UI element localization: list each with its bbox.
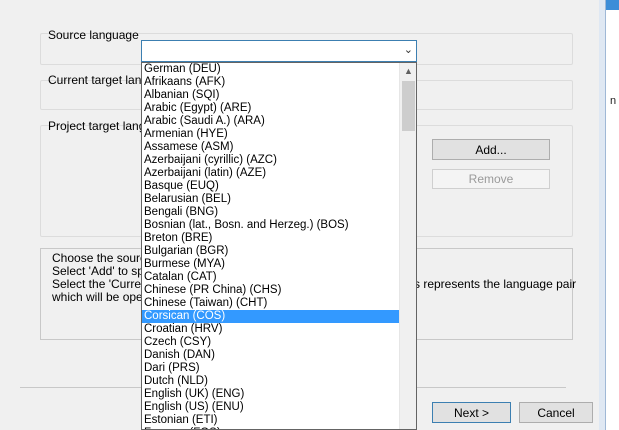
background-window-edge: n — [606, 0, 619, 430]
language-option[interactable]: Dari (PRS) — [142, 362, 400, 375]
project-target-languages-label: Project target langu — [48, 119, 153, 133]
source-language-combobox[interactable]: ⌄ — [141, 40, 417, 62]
language-option[interactable]: Arabic (Saudi A.) (ARA) — [142, 115, 400, 128]
language-option[interactable]: Bengali (BNG) — [142, 206, 400, 219]
language-option[interactable]: Burmese (MYA) — [142, 258, 400, 271]
cancel-button[interactable]: Cancel — [519, 402, 593, 423]
language-option[interactable]: Corsican (COS) — [142, 310, 400, 323]
scroll-up-icon[interactable]: ▲ — [400, 63, 416, 80]
language-option[interactable]: Azerbaijani (cyrillic) (AZC) — [142, 154, 400, 167]
language-option[interactable]: Assamese (ASM) — [142, 141, 400, 154]
add-button[interactable]: Add... — [432, 139, 550, 160]
language-option[interactable]: Belarusian (BEL) — [142, 193, 400, 206]
source-language-label: Source language — [48, 28, 139, 42]
language-option[interactable]: Chinese (PR China) (CHS) — [142, 284, 400, 297]
chevron-down-icon[interactable]: ⌄ — [404, 43, 413, 56]
language-option[interactable]: Arabic (Egypt) (ARE) — [142, 102, 400, 115]
language-option[interactable]: Bulgarian (BGR) — [142, 245, 400, 258]
language-option[interactable]: Basque (EUQ) — [142, 180, 400, 193]
language-option[interactable]: Czech (CSY) — [142, 336, 400, 349]
language-option[interactable]: German (DEU) — [142, 63, 400, 76]
language-option[interactable]: Afrikaans (AFK) — [142, 76, 400, 89]
language-option[interactable]: Bosnian (lat., Bosn. and Herzeg.) (BOS) — [142, 219, 400, 232]
language-option[interactable]: Chinese (Taiwan) (CHT) — [142, 297, 400, 310]
language-option[interactable]: Croatian (HRV) — [142, 323, 400, 336]
language-option[interactable]: Breton (BRE) — [142, 232, 400, 245]
remove-button[interactable]: Remove — [432, 169, 550, 189]
background-window-text: n — [610, 95, 617, 107]
description-line-tail: s represents the language pair — [414, 277, 577, 291]
language-option[interactable]: Azerbaijani (latin) (AZE) — [142, 167, 400, 180]
language-option[interactable]: English (US) (ENU) — [142, 401, 400, 414]
language-option[interactable]: Armenian (HYE) — [142, 128, 400, 141]
language-option[interactable]: Estonian (ETI) — [142, 414, 400, 427]
dropdown-scrollbar[interactable]: ▲ — [399, 63, 416, 429]
language-options: German (DEU) Afrikaans (AFK) Albanian (SQI… — [142, 63, 400, 429]
background-window-titlebar — [606, 0, 619, 10]
source-language-dropdown-list[interactable]: German (DEU) Afrikaans (AFK) Albanian (SQI… — [141, 62, 417, 430]
language-option[interactable]: Dutch (NLD) — [142, 375, 400, 388]
language-option[interactable]: Albanian (SQI) — [142, 89, 400, 102]
language-option[interactable]: English (UK) (ENG) — [142, 388, 400, 401]
scrollbar-thumb[interactable] — [402, 81, 415, 131]
language-option[interactable]: Danish (DAN) — [142, 349, 400, 362]
next-button[interactable]: Next > — [432, 402, 511, 423]
language-option[interactable]: Catalan (CAT) — [142, 271, 400, 284]
current-target-language-label: Current target langu — [48, 73, 155, 87]
